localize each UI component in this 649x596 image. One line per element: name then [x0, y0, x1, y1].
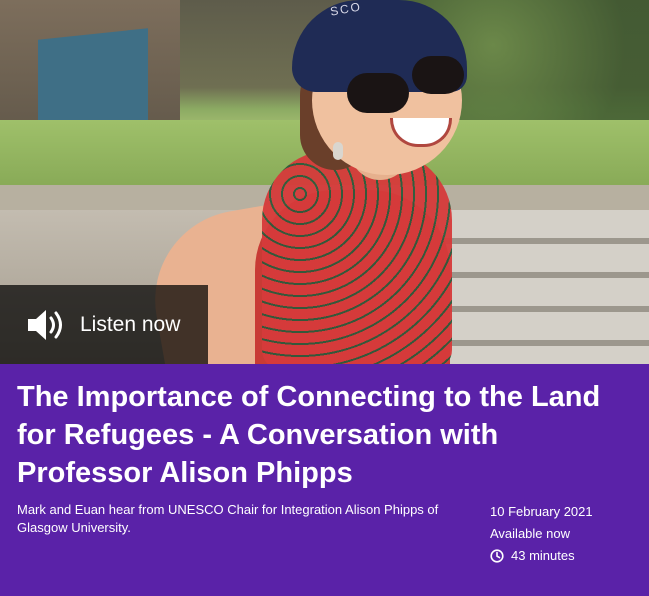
person-earring: [333, 142, 343, 160]
sunglasses-left: [347, 73, 409, 113]
episode-meta: 10 February 2021 Available now 43 minute…: [490, 501, 640, 567]
episode-duration: 43 minutes: [490, 545, 640, 567]
episode-description: Mark and Euan hear from UNESCO Chair for…: [17, 502, 439, 535]
clock-icon: [490, 549, 504, 563]
speaker-icon: [16, 300, 76, 350]
person-scarf: [262, 150, 452, 364]
availability-status: Available now: [490, 526, 570, 541]
sunglasses-right: [412, 56, 464, 94]
episode-title[interactable]: The Importance of Connecting to the Land…: [17, 378, 632, 492]
listen-now-button[interactable]: Listen now: [0, 285, 208, 365]
listen-now-label: Listen now: [80, 313, 181, 336]
duration-label: 43 minutes: [511, 548, 575, 563]
episode-card[interactable]: SCO Listen now The Importance of Connect…: [0, 0, 649, 596]
episode-details: The Importance of Connecting to the Land…: [0, 364, 649, 596]
episode-date: 10 February 2021: [490, 504, 593, 519]
